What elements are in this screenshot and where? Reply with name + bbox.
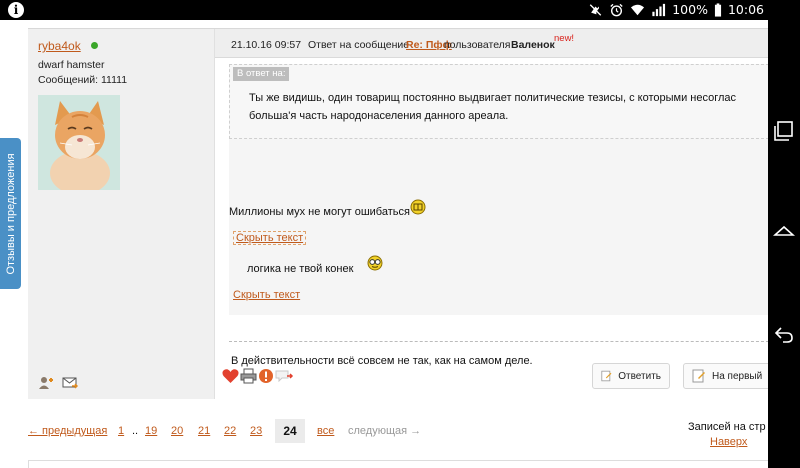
print-icon[interactable] bbox=[240, 368, 257, 384]
alarm-icon bbox=[610, 3, 623, 17]
author-status: dwarf hamster bbox=[38, 59, 105, 71]
feedback-tab[interactable]: Отзывы и предложения bbox=[0, 138, 21, 289]
forum-post: ryba4ok dwarf hamster Сообщений: 11111 2… bbox=[28, 28, 769, 400]
document-icon bbox=[692, 369, 705, 383]
records-per-page-label: Записей на стр bbox=[688, 421, 766, 433]
signal-icon bbox=[652, 3, 666, 17]
smiley-icon bbox=[410, 199, 426, 215]
page-link[interactable]: 23 bbox=[250, 425, 262, 437]
to-top-link[interactable]: Наверх bbox=[710, 436, 747, 448]
post-date: 21.10.16 09:57 bbox=[231, 39, 302, 51]
next-page-text: следующая → bbox=[348, 425, 422, 437]
quote-label: В ответ на: bbox=[233, 67, 290, 81]
add-friend-icon[interactable] bbox=[38, 376, 54, 390]
wifi-icon bbox=[631, 4, 645, 16]
quote-reply-icon[interactable] bbox=[275, 368, 295, 384]
page-link[interactable]: 21 bbox=[198, 425, 210, 437]
screen: i 100% 10:06 Отзывы и предложения ryba4o… bbox=[0, 0, 800, 468]
reply-to-text: Ответ на сообщение bbox=[308, 39, 410, 51]
author-panel: ryba4ok dwarf hamster Сообщений: 11111 bbox=[28, 29, 214, 399]
nerd-smiley-icon bbox=[367, 255, 383, 271]
current-page: 24 bbox=[275, 419, 305, 443]
cat-avatar-image bbox=[38, 95, 120, 190]
to-first-button[interactable]: На первый bbox=[683, 363, 773, 389]
hide-text-link[interactable]: Скрыть текст bbox=[233, 289, 300, 301]
quote-block: В ответ на: Ты же видишь, один товарищ п… bbox=[229, 64, 769, 139]
author-post-count: Сообщений: 11111 bbox=[38, 74, 128, 86]
status-bar: i 100% 10:06 bbox=[0, 0, 800, 20]
page-link[interactable]: 1 bbox=[118, 425, 124, 437]
info-icon[interactable]: i bbox=[8, 2, 24, 18]
avatar[interactable] bbox=[38, 95, 120, 190]
heart-icon[interactable] bbox=[222, 368, 239, 384]
new-badge: new! bbox=[554, 33, 575, 44]
quote-area: В ответ на: Ты же видишь, один товарищ п… bbox=[229, 64, 769, 315]
page-link[interactable]: 22 bbox=[224, 425, 236, 437]
battery-icon bbox=[714, 3, 722, 17]
prev-page-link[interactable]: ← предыдущая bbox=[28, 425, 107, 437]
page-link[interactable]: 19 bbox=[145, 425, 157, 437]
post-content: В ответ на: Ты же видишь, один товарищ п… bbox=[215, 58, 769, 399]
home-icon[interactable] bbox=[773, 223, 795, 245]
online-status-icon bbox=[91, 42, 98, 49]
post-action-icons bbox=[222, 368, 295, 384]
signature: В действительности всё совсем не так, ка… bbox=[231, 355, 533, 367]
author-name-link[interactable]: ryba4ok bbox=[38, 39, 81, 53]
post-header: 21.10.16 09:57 Ответ на сообщение Re: Пф… bbox=[215, 29, 769, 58]
post-text: Миллионы мух не могут ошибаться bbox=[229, 206, 410, 218]
recent-apps-icon[interactable] bbox=[773, 120, 795, 142]
battery-percent: 100% bbox=[672, 2, 708, 17]
to-first-button-label: На первый bbox=[712, 370, 763, 382]
reply-button-label: Ответить bbox=[618, 370, 661, 382]
page-link[interactable]: 20 bbox=[171, 425, 183, 437]
hide-text-link[interactable]: Скрыть текст bbox=[233, 231, 307, 245]
signature-divider bbox=[229, 341, 769, 342]
pagination-ellipsis: .. bbox=[132, 425, 139, 437]
feedback-tab-label: Отзывы и предложения bbox=[4, 152, 17, 275]
author-actions bbox=[38, 376, 78, 390]
quote-text-line: больша'я часть народонаселения данного а… bbox=[249, 110, 509, 122]
all-pages-link[interactable]: все bbox=[317, 425, 334, 437]
status-icons: 100% 10:06 bbox=[588, 0, 764, 20]
next-post-block bbox=[28, 460, 768, 468]
reply-icon bbox=[601, 370, 612, 382]
report-icon[interactable] bbox=[258, 368, 274, 384]
android-nav-bar bbox=[768, 20, 800, 468]
quote-text-line: Ты же видишь, один товарищ постоянно выд… bbox=[249, 92, 737, 104]
post-text: логика не твой конек bbox=[247, 263, 354, 275]
clock: 10:06 bbox=[727, 2, 764, 17]
private-message-icon[interactable] bbox=[62, 376, 78, 390]
mute-icon bbox=[590, 4, 602, 16]
post-body: 21.10.16 09:57 Ответ на сообщение Re: Пф… bbox=[214, 29, 769, 399]
reply-button[interactable]: Ответить bbox=[592, 363, 670, 389]
of-user-text: пользователя bbox=[444, 39, 511, 51]
replied-user: Валенок bbox=[511, 39, 555, 51]
back-icon[interactable] bbox=[773, 323, 795, 345]
